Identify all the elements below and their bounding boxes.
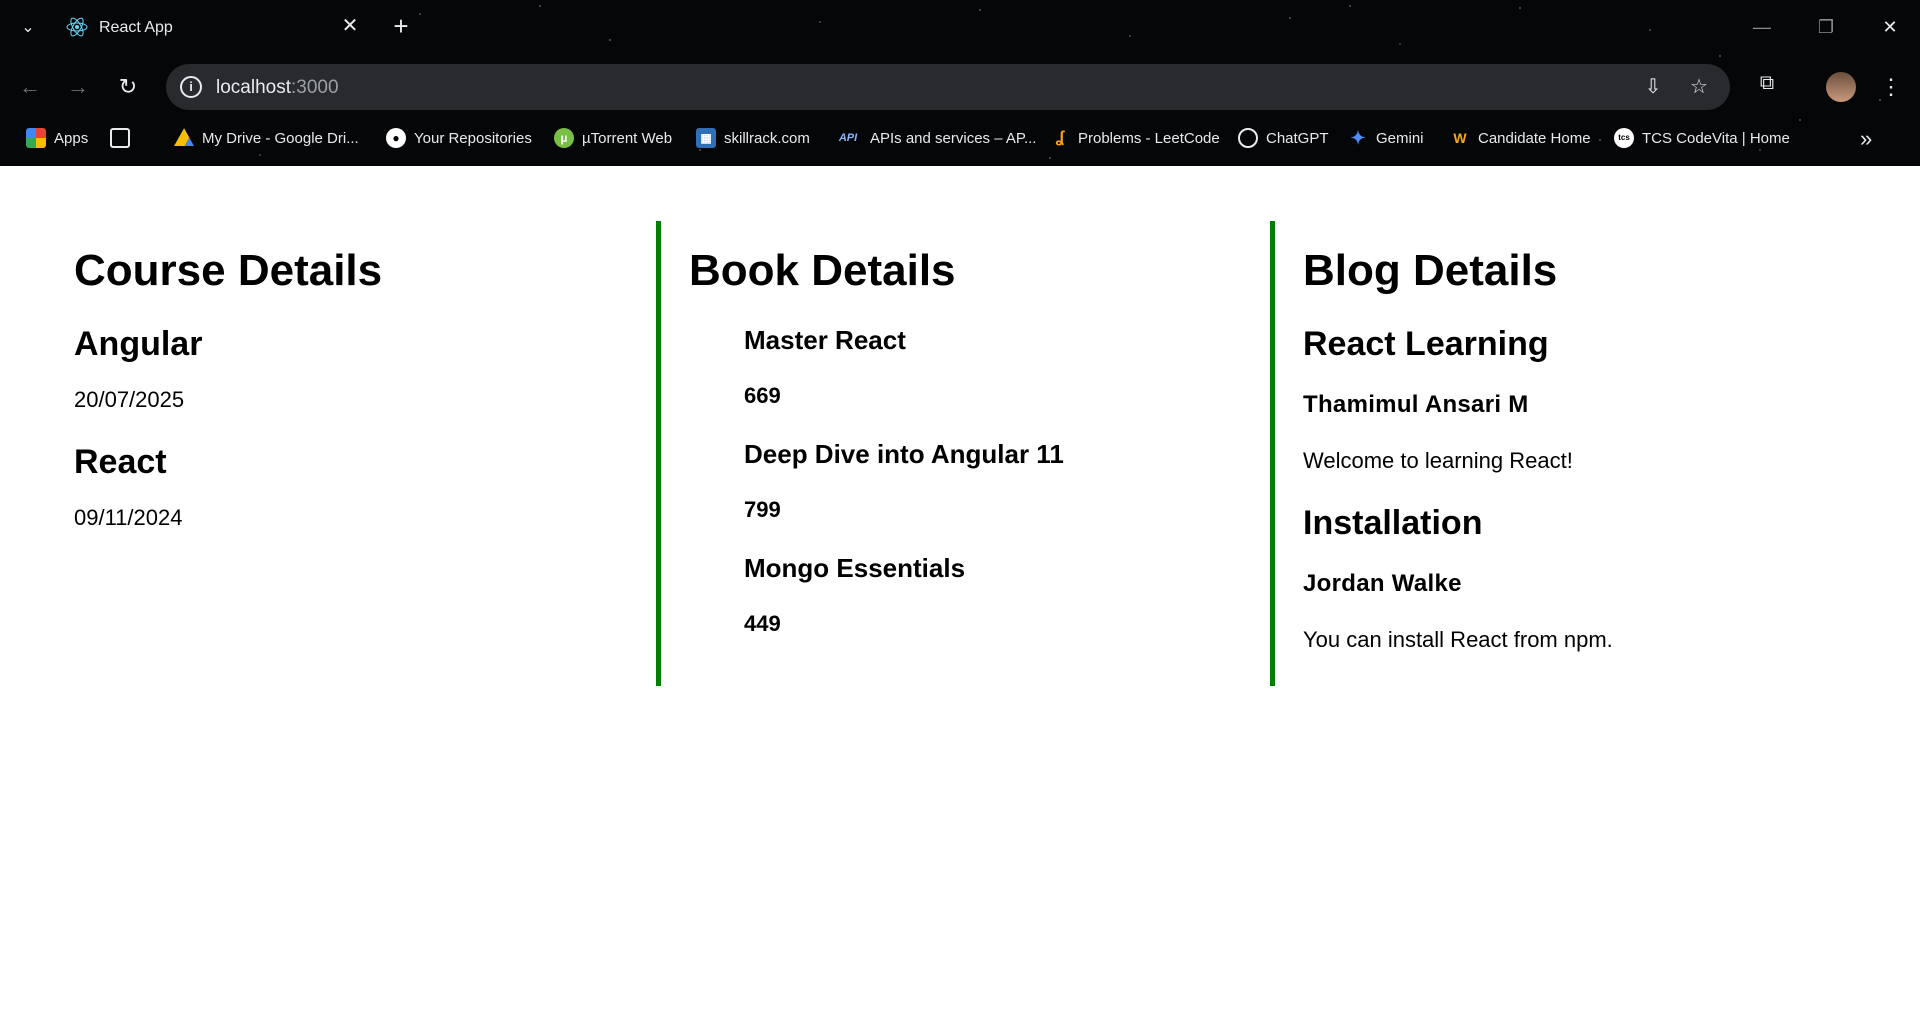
- tab-react-app[interactable]: React App ✕: [56, 8, 370, 48]
- bookmark-candidate-home[interactable]: W Candidate Home: [1450, 124, 1591, 152]
- course-item: Angular 20/07/2025: [74, 327, 654, 411]
- profile-avatar[interactable]: [1826, 72, 1856, 102]
- window-close-icon[interactable]: ✕: [1872, 10, 1908, 44]
- bookmark-apps[interactable]: Apps: [26, 124, 88, 152]
- reload-icon[interactable]: ↻: [112, 71, 144, 103]
- bookmark-label: Candidate Home: [1478, 129, 1591, 147]
- google-drive-icon: [174, 128, 194, 146]
- minimize-icon[interactable]: —: [1744, 10, 1780, 44]
- bookmark-leetcode[interactable]: ʆ Problems - LeetCode: [1050, 124, 1220, 152]
- leetcode-icon: ʆ: [1055, 129, 1065, 146]
- bookmark-star-icon[interactable]: ☆: [1686, 74, 1712, 100]
- restore-icon[interactable]: ❐: [1808, 10, 1844, 44]
- back-arrow-icon[interactable]: ←: [14, 71, 46, 103]
- gemini-icon: ✦: [1350, 128, 1366, 148]
- tab-title: React App: [99, 19, 173, 36]
- utorrent-icon: µ: [554, 128, 574, 148]
- blog-content: Welcome to learning React!: [1303, 448, 1573, 473]
- bookmark-label: ChatGPT: [1266, 129, 1329, 147]
- blog-title: React Learning: [1303, 325, 1549, 363]
- blog-item: React Learning Thamimul Ansari M Welcome…: [1303, 327, 1890, 472]
- bookmark-tab-groups[interactable]: [110, 124, 138, 152]
- react-logo-icon: [66, 17, 88, 37]
- book-item: Mongo Essentials 449: [744, 555, 1270, 635]
- blog-details-heading: Blog Details: [1303, 246, 1558, 295]
- book-name: Mongo Essentials: [744, 553, 966, 583]
- url-host: localhost: [216, 77, 291, 98]
- url-port: :3000: [291, 77, 339, 98]
- api-icon: API: [838, 132, 858, 144]
- bookmark-google-drive[interactable]: My Drive - Google Dri...: [174, 124, 359, 152]
- more-bookmarks-chevron-icon[interactable]: »: [1860, 126, 1872, 152]
- course-name: React: [74, 443, 167, 481]
- bookmark-gemini[interactable]: ✦ Gemini: [1348, 124, 1424, 152]
- forward-arrow-icon[interactable]: →: [62, 71, 94, 103]
- book-list: Master React 669 Deep Dive into Angular …: [744, 327, 1270, 635]
- tcs-icon: tcs: [1614, 128, 1634, 148]
- bookmark-tcs-codevita[interactable]: tcs TCS CodeVita | Home: [1614, 124, 1790, 152]
- book-name: Master React: [744, 325, 906, 355]
- bookmark-github[interactable]: ● Your Repositories: [386, 124, 532, 152]
- book-price: 799: [744, 497, 781, 522]
- candidate-home-icon: W: [1453, 130, 1467, 146]
- chatgpt-icon: [1238, 128, 1258, 148]
- course-details-panel: Course Details Angular 20/07/2025 React …: [74, 221, 654, 686]
- course-details-heading: Course Details: [74, 246, 383, 295]
- bookmark-skillrack[interactable]: ▦ skillrack.com: [696, 124, 810, 152]
- blog-author: Thamimul Ansari M: [1303, 391, 1529, 418]
- book-details-panel: Book Details Master React 669 Deep Dive …: [656, 221, 1270, 686]
- book-name: Deep Dive into Angular 11: [744, 439, 1064, 469]
- install-app-icon[interactable]: ⇩: [1640, 74, 1666, 100]
- blog-details-panel: Blog Details React Learning Thamimul Ans…: [1270, 221, 1890, 686]
- course-date: 20/07/2025: [74, 387, 185, 412]
- book-details-heading: Book Details: [689, 246, 956, 295]
- kebab-menu-icon[interactable]: ⋮: [1878, 71, 1904, 103]
- address-bar[interactable]: i localhost:3000 ⇩ ☆: [166, 64, 1730, 110]
- bookmark-apis[interactable]: API APIs and services – AP...: [834, 124, 1037, 152]
- tab-strip: ⌄ React App ✕ + — ❐ ✕: [0, 0, 1920, 56]
- bookmark-utorrent[interactable]: µ µTorrent Web: [554, 124, 672, 152]
- bookmark-label: My Drive - Google Dri...: [202, 129, 359, 147]
- blog-title: Installation: [1303, 504, 1483, 542]
- bookmark-label: Gemini: [1376, 129, 1424, 147]
- browser-chrome: ⌄ React App ✕ + — ❐ ✕ ← → ↻ i localhost:…: [0, 0, 1920, 166]
- book-price: 449: [744, 611, 781, 636]
- bookmark-label: TCS CodeVita | Home: [1642, 129, 1790, 147]
- course-date: 09/11/2024: [74, 505, 183, 530]
- new-tab-plus-icon[interactable]: +: [386, 12, 416, 42]
- site-info-icon[interactable]: i: [180, 76, 202, 98]
- bookmarks-bar: Apps My Drive - Google Dri... ● Your Rep…: [0, 120, 1920, 156]
- course-name: Angular: [74, 325, 203, 363]
- page-content: Course Details Angular 20/07/2025 React …: [0, 166, 1920, 1020]
- apps-grid-icon: [26, 128, 46, 148]
- blog-item: Installation Jordan Walke You can instal…: [1303, 506, 1890, 651]
- skillrack-icon: ▦: [696, 128, 716, 148]
- tab-groups-icon: [110, 128, 130, 148]
- book-item: Master React 669: [744, 327, 1270, 407]
- extensions-puzzle-icon[interactable]: ⧉: [1754, 70, 1780, 96]
- course-item: React 09/11/2024: [74, 445, 654, 529]
- bookmark-label: µTorrent Web: [582, 129, 673, 147]
- tab-close-icon[interactable]: ✕: [338, 14, 362, 38]
- tab-search-chevron-icon[interactable]: ⌄: [14, 14, 42, 42]
- bookmark-label: Apps: [54, 129, 89, 147]
- blog-author: Jordan Walke: [1303, 570, 1462, 597]
- github-icon: ●: [386, 128, 406, 148]
- book-price: 669: [744, 383, 781, 408]
- bookmark-label: APIs and services – AP...: [870, 129, 1037, 147]
- bookmark-label: skillrack.com: [724, 129, 810, 147]
- address-url[interactable]: localhost:3000: [216, 77, 339, 99]
- bookmark-chatgpt[interactable]: ChatGPT: [1238, 124, 1329, 152]
- blog-content: You can install React from npm.: [1303, 627, 1613, 652]
- bookmark-label: Problems - LeetCode: [1078, 129, 1220, 147]
- browser-toolbar: ← → ↻ i localhost:3000 ⇩ ☆ ⧉ ⋮: [0, 60, 1920, 114]
- book-item: Deep Dive into Angular 11 799: [744, 441, 1270, 521]
- bookmark-label: Your Repositories: [414, 129, 532, 147]
